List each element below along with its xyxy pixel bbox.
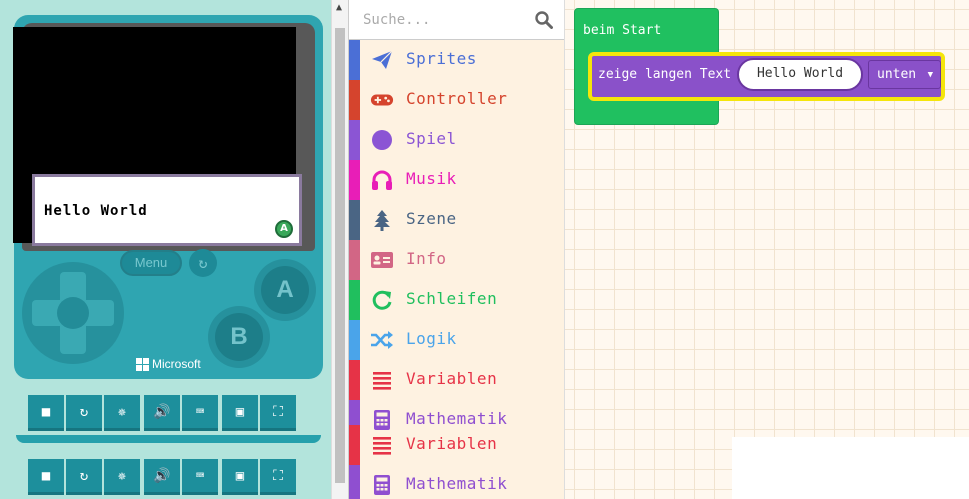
category-label: Logik [406, 329, 457, 348]
restart-icon[interactable]: ↻ [66, 395, 102, 431]
category-color-strip [349, 200, 360, 240]
category-color-strip [349, 240, 360, 280]
category-sprites[interactable]: Sprites [349, 40, 564, 80]
category-variablen[interactable]: Variablen [349, 360, 564, 400]
toolbar-divider [16, 435, 321, 443]
category-label: Spiel [406, 129, 457, 148]
b-button[interactable]: B [208, 306, 270, 368]
menu-button[interactable]: Menu [120, 250, 182, 276]
tree-icon [370, 209, 394, 231]
paper-plane-icon [370, 49, 394, 71]
debug-icon[interactable]: ✵ [104, 395, 140, 431]
category-szene[interactable]: Szene [349, 200, 564, 240]
chevron-down-icon: ▼ [927, 70, 933, 80]
brand-label: Microsoft [152, 357, 201, 371]
category-color-strip [349, 425, 360, 465]
category-color-strip [349, 360, 360, 400]
position-dropdown[interactable]: unten ▼ [868, 60, 941, 89]
show-long-text-block[interactable]: zeige langen Text Hello World unten ▼ [588, 52, 945, 101]
category-label: Controller [406, 89, 508, 108]
dialog-box: Hello World A [32, 174, 302, 246]
restart-icon[interactable]: ↻ [66, 459, 102, 495]
category-label: Mathematik [406, 474, 508, 493]
category-info[interactable]: Info [349, 240, 564, 280]
show-long-text-label: zeige langen Text [598, 67, 732, 82]
a-hint-icon: A [275, 220, 293, 238]
game-screen[interactable]: Hello World A [13, 27, 302, 246]
scroll-up-icon[interactable]: ▲ [336, 2, 342, 13]
category-label: Variablen [406, 369, 498, 388]
keyboard-icon[interactable]: ⌨ [182, 459, 218, 495]
id-card-icon [370, 249, 394, 271]
b-button-label: B [215, 313, 263, 361]
category-schleifen[interactable]: Schleifen [349, 280, 564, 320]
category-spiel[interactable]: Spiel [349, 120, 564, 160]
category-label: Schleifen [406, 289, 498, 308]
category-musik[interactable]: Musik [349, 160, 564, 200]
category-color-strip [349, 160, 360, 200]
toolbar-group-view: ▣ ⛶ [222, 459, 296, 495]
stop-icon[interactable]: ■ [28, 395, 64, 431]
sound-icon[interactable]: 🔊 [144, 395, 180, 431]
dpad-center [57, 297, 89, 329]
debug-icon[interactable]: ✵ [104, 459, 140, 495]
fullscreen-icon[interactable]: ⛶ [260, 459, 296, 495]
category-label: Variablen [406, 434, 498, 453]
a-button-label: A [261, 266, 309, 314]
category-controller[interactable]: Controller [349, 80, 564, 120]
category-color-strip [349, 80, 360, 120]
scrollbar[interactable]: ▲ [331, 0, 349, 499]
toolbar-group-io: 🔊 ⌨ [144, 459, 218, 495]
toolbox: Sprites Controller Spiel Musik Szene Info Schl… [349, 0, 565, 499]
microsoft-logo-icon [136, 357, 149, 371]
reset-icon[interactable]: ↻ [189, 249, 217, 277]
a-button[interactable]: A [254, 259, 316, 321]
sound-icon[interactable]: 🔊 [144, 459, 180, 495]
keyboard-icon[interactable]: ⌨ [182, 395, 218, 431]
scrollbar-thumb[interactable] [335, 28, 345, 483]
category-label: Musik [406, 169, 457, 188]
on-start-label: beim Start [583, 23, 662, 38]
toolbox-search [349, 0, 564, 40]
search-input[interactable] [363, 10, 533, 30]
list-icon [370, 369, 394, 391]
circle-icon [370, 129, 394, 151]
calculator-icon [370, 474, 394, 496]
fullscreen-icon[interactable]: ⛶ [260, 395, 296, 431]
shuffle-icon [370, 329, 394, 351]
category-label: Sprites [406, 49, 477, 68]
stop-icon[interactable]: ■ [28, 459, 64, 495]
category-color-strip [349, 280, 360, 320]
category-color-strip [349, 40, 360, 80]
gamepad-icon [370, 89, 394, 111]
microsoft-logo: Microsoft [136, 357, 201, 371]
toolbar-group-view: ▣ ⛶ [222, 395, 296, 431]
simulator-panel: Menu ↻ A B Microsoft Hello World A ■ ↻ ✵… [0, 0, 331, 499]
toolbar-group-run: ■ ↻ ✵ [28, 459, 140, 495]
category-label: Szene [406, 209, 457, 228]
position-dropdown-value: unten [877, 67, 917, 82]
category-color-strip [349, 465, 360, 499]
toolbar-group-run: ■ ↻ ✵ [28, 395, 140, 431]
simulator-toolbar: ■ ↻ ✵ 🔊 ⌨ ▣ ⛶ [28, 395, 296, 431]
dpad[interactable] [22, 262, 124, 364]
list-icon [370, 434, 394, 456]
screenshot-icon[interactable]: ▣ [222, 459, 258, 495]
headphones-icon [370, 169, 394, 191]
toolbar-group-io: 🔊 ⌨ [144, 395, 218, 431]
text-input-pill[interactable]: Hello World [737, 58, 863, 91]
category-color-strip [349, 320, 360, 360]
simulator-toolbar-duplicate: ■ ↻ ✵ 🔊 ⌨ ▣ ⛶ [28, 459, 296, 495]
category-label: Info [406, 249, 447, 268]
loop-icon [370, 289, 394, 311]
dialog-text: Hello World [44, 203, 148, 219]
category-color-strip [349, 120, 360, 160]
category-logik[interactable]: Logik [349, 320, 564, 360]
category-mathematik[interactable]: Mathematik [349, 465, 564, 499]
screenshot-icon[interactable]: ▣ [222, 395, 258, 431]
search-icon[interactable] [535, 11, 553, 29]
workspace-overlay [732, 437, 969, 499]
category-variablen[interactable]: Variablen [349, 425, 564, 465]
blocks-workspace[interactable]: beim Start zeige langen Text Hello World… [565, 0, 969, 499]
